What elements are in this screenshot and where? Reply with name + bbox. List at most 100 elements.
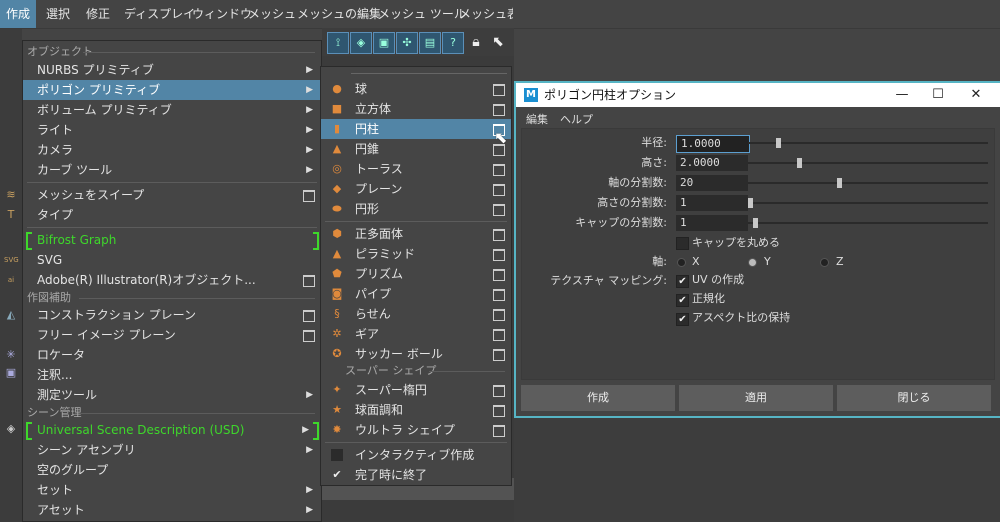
menu-item-bifrost-graph[interactable]: Bifrost Graph xyxy=(23,230,321,250)
menu-item-empty-group[interactable]: 空のグループ xyxy=(23,460,321,480)
sweep-tool-icon[interactable]: ≋ xyxy=(4,188,18,202)
menu-mesh-display[interactable]: メッシュ表示 xyxy=(459,0,513,28)
menu-window[interactable]: ウィンドウ xyxy=(192,0,252,28)
construction-plane-icon[interactable]: ◭ xyxy=(4,308,18,322)
menu-item-volume-primitives[interactable]: ボリューム プリミティブ ▶ xyxy=(23,100,321,120)
preserve-aspect-checkbox[interactable]: ✔ xyxy=(676,313,689,326)
menu-select[interactable]: 選択 xyxy=(46,0,70,28)
select-cursor-icon[interactable]: ⬉ xyxy=(488,32,508,52)
menu-item-locator[interactable]: ロケータ xyxy=(23,345,321,365)
menu-item-lights[interactable]: ライト ▶ xyxy=(23,120,321,140)
height-divisions-slider[interactable] xyxy=(748,198,988,208)
option-box-icon[interactable] xyxy=(493,204,505,216)
create-button[interactable]: 作成 xyxy=(521,385,675,411)
option-box-icon[interactable] xyxy=(303,275,315,287)
slider-handle[interactable] xyxy=(776,138,781,148)
option-box-icon[interactable] xyxy=(493,229,505,241)
menu-item-scene-assembly[interactable]: シーン アセンブリ ▶ xyxy=(23,440,321,460)
shelf-nodes-icon[interactable]: ✣ xyxy=(396,32,418,54)
menu-edit-mesh[interactable]: メッシュの編集 xyxy=(297,0,381,28)
svg-tool-icon[interactable]: SVG xyxy=(4,253,19,267)
submenu-item-cylinder[interactable]: ▮ 円柱 xyxy=(321,119,511,139)
minimize-icon[interactable]: — xyxy=(884,83,920,107)
option-box-icon[interactable] xyxy=(493,349,505,361)
option-box-icon[interactable] xyxy=(493,329,505,341)
option-box-icon[interactable] xyxy=(303,330,315,342)
annotation-icon[interactable]: ▣ xyxy=(4,366,18,380)
height-slider[interactable] xyxy=(748,158,988,168)
close-icon[interactable]: ✕ xyxy=(958,83,994,107)
option-box-icon[interactable] xyxy=(493,425,505,437)
shelf-diamond-icon[interactable]: ◈ xyxy=(350,32,372,54)
submenu-item-pipe[interactable]: ◙ パイプ xyxy=(321,284,511,304)
shelf-help-icon[interactable]: ? xyxy=(442,32,464,54)
submenu-item-gear[interactable]: ✲ ギア xyxy=(321,324,511,344)
shelf-frame-icon[interactable]: ▣ xyxy=(373,32,395,54)
create-uv-checkbox[interactable]: ✔ xyxy=(676,275,689,288)
submenu-item-interactive-creation[interactable]: インタラクティブ作成 xyxy=(321,445,511,465)
usd-icon[interactable]: ◈ xyxy=(4,422,18,436)
option-box-icon[interactable] xyxy=(493,104,505,116)
menu-item-measure-tools[interactable]: 測定ツール ▶ xyxy=(23,385,321,405)
menu-item-cameras[interactable]: カメラ ▶ xyxy=(23,140,321,160)
submenu-item-exit-on-completion[interactable]: ✔ 完了時に終了 xyxy=(321,465,511,485)
radius-slider[interactable] xyxy=(748,138,988,148)
menu-item-sweep-mesh[interactable]: メッシュをスイープ xyxy=(23,185,321,205)
menu-display[interactable]: ディスプレイ xyxy=(124,0,195,28)
normalize-checkbox[interactable]: ✔ xyxy=(676,294,689,307)
menu-item-free-image-plane[interactable]: フリー イメージ プレーン xyxy=(23,325,321,345)
option-box-icon[interactable] xyxy=(493,309,505,321)
submenu-item-super-ellipse[interactable]: ✦ スーパー楕円 xyxy=(321,380,511,400)
slider-handle[interactable] xyxy=(748,198,753,208)
option-box-icon[interactable] xyxy=(303,190,315,202)
submenu-item-soccer-ball[interactable]: ✪ サッカー ボール xyxy=(321,344,511,364)
dialog-menu-edit[interactable]: 編集 xyxy=(526,111,548,127)
submenu-item-disc[interactable]: ⬬ 円形 xyxy=(321,199,511,219)
dialog-titlebar[interactable]: M ポリゴン円柱オプション — ☐ ✕ xyxy=(516,83,1000,107)
option-box-icon[interactable] xyxy=(493,385,505,397)
submenu-item-prism[interactable]: ⬟ プリズム xyxy=(321,264,511,284)
option-box-icon[interactable] xyxy=(303,310,315,322)
submenu-item-cone[interactable]: ▲ 円錐 xyxy=(321,139,511,159)
cap-divisions-input[interactable]: 1 xyxy=(676,215,748,231)
menu-item-illustrator-object[interactable]: Adobe(R) Illustrator(R)オブジェクト... xyxy=(23,270,321,290)
menu-item-usd[interactable]: Universal Scene Description (USD) ▶ xyxy=(23,420,321,440)
option-box-icon[interactable] xyxy=(493,164,505,176)
shelf-curve-icon[interactable]: ⟟ xyxy=(327,32,349,54)
height-input[interactable]: 2.0000 xyxy=(676,155,748,171)
tear-off-bar[interactable] xyxy=(351,73,507,74)
lock-icon[interactable]: 🔒︎ xyxy=(466,32,486,52)
submenu-item-torus[interactable]: ◎ トーラス xyxy=(321,159,511,179)
menu-item-assets[interactable]: アセット ▶ xyxy=(23,500,321,520)
option-box-icon[interactable] xyxy=(493,84,505,96)
submenu-item-helix[interactable]: § らせん xyxy=(321,304,511,324)
menu-modify[interactable]: 修正 xyxy=(86,0,110,28)
submenu-item-plane[interactable]: ◆ プレーン xyxy=(321,179,511,199)
submenu-item-ultra-shape[interactable]: ✸ ウルトラ シェイプ xyxy=(321,420,511,440)
type-tool-icon[interactable]: T xyxy=(4,208,18,222)
locator-icon[interactable]: ✳ xyxy=(4,348,18,362)
menu-item-type[interactable]: タイプ xyxy=(23,205,321,225)
slider-handle[interactable] xyxy=(837,178,842,188)
option-box-icon[interactable] xyxy=(493,405,505,417)
menu-item-nurbs-primitives[interactable]: NURBS プリミティブ ▶ xyxy=(23,60,321,80)
height-divisions-input[interactable]: 1 xyxy=(676,195,748,211)
slider-handle[interactable] xyxy=(753,218,758,228)
axis-y-radio[interactable] xyxy=(748,258,757,267)
close-button[interactable]: 閉じる xyxy=(837,385,991,411)
axis-x-radio[interactable] xyxy=(677,258,686,267)
submenu-item-platonic-solid[interactable]: ⬢ 正多面体 xyxy=(321,224,511,244)
menu-mesh[interactable]: メッシュ xyxy=(248,0,296,28)
submenu-item-sphere[interactable]: ● 球 xyxy=(321,79,511,99)
menu-item-construction-plane[interactable]: コンストラクション プレーン xyxy=(23,305,321,325)
menu-item-polygon-primitives[interactable]: ポリゴン プリミティブ ▶ xyxy=(23,80,321,100)
menu-item-svg[interactable]: SVG xyxy=(23,250,321,270)
menu-create[interactable]: 作成 xyxy=(0,0,37,28)
submenu-item-spherical-harmonics[interactable]: ★ 球面調和 xyxy=(321,400,511,420)
menu-mesh-tools[interactable]: メッシュ ツール xyxy=(378,0,466,28)
menu-item-sets[interactable]: セット ▶ xyxy=(23,480,321,500)
menu-item-curve-tools[interactable]: カーブ ツール ▶ xyxy=(23,160,321,180)
shelf-clapper-icon[interactable]: ▤ xyxy=(419,32,441,54)
dialog-menu-help[interactable]: ヘルプ xyxy=(560,111,593,127)
checkbox-checked-icon[interactable]: ✔ xyxy=(331,469,343,481)
